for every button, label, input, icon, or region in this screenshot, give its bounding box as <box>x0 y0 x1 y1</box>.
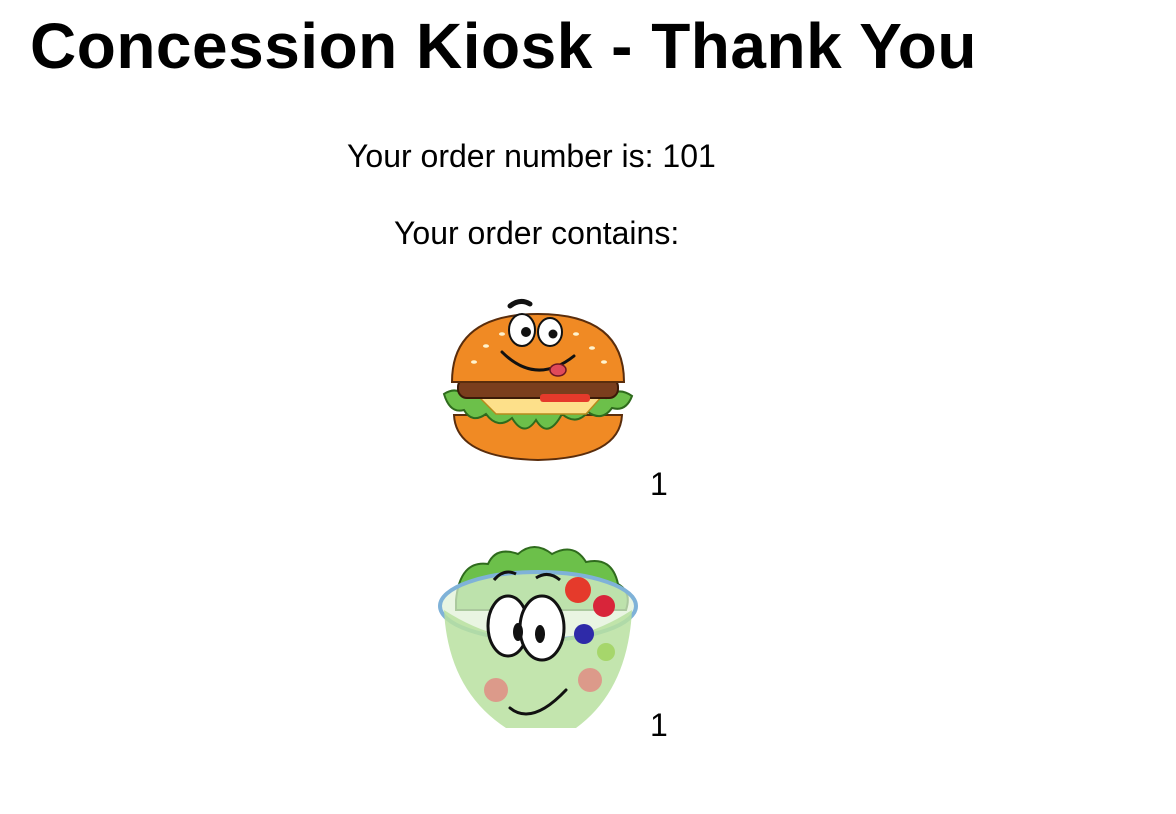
item-quantity: 1 <box>650 707 668 743</box>
order-item-burger: 1 <box>436 290 676 502</box>
order-contains-label: Your order contains: <box>394 215 680 251</box>
order-item-salad: 1 <box>436 540 676 743</box>
item-quantity: 1 <box>650 466 668 502</box>
salad-bowl-mascot-icon <box>438 546 638 728</box>
burger-mascot-icon <box>442 298 634 462</box>
page-title: Concession Kiosk - Thank You <box>30 10 977 82</box>
order-number-text: Your order number is: 101 <box>347 138 716 174</box>
